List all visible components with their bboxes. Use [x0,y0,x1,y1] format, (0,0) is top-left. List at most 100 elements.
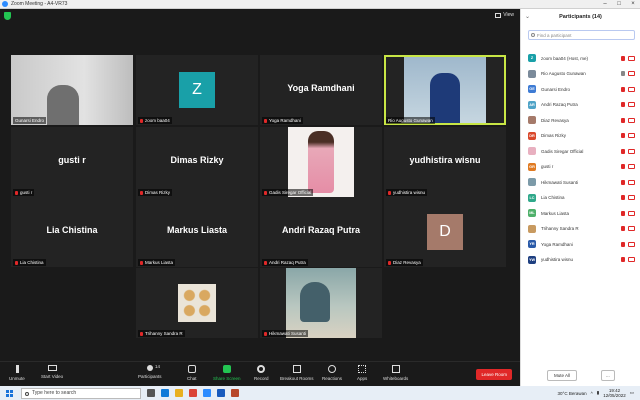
video-off-icon[interactable] [628,55,635,61]
taskbar-clock[interactable]: 19:42 12/05/2022 [603,388,626,398]
edge-icon[interactable] [161,389,169,397]
participant-row[interactable]: GR gusti r [528,162,638,172]
whiteboards-button[interactable]: Whiteboards [383,365,408,381]
participant-name: Andri Razaq Putra [541,102,578,107]
mic-off-icon[interactable] [621,102,625,107]
video-tile[interactable]: Gadis Siregar Official [260,127,382,197]
more-options-button[interactable]: ... [601,370,615,381]
start-video-button[interactable]: Start Video [41,365,63,379]
tile-display-name: Markus Liasta [166,225,228,235]
tile-display-name: Lia Chistina [46,225,98,235]
reactions-button[interactable]: Reactions [322,365,342,381]
participant-row[interactable]: Zzoom baa04 (Host, me) [528,53,638,63]
participant-row[interactable]: Gadis Siregar Official [528,146,638,156]
video-off-icon[interactable] [628,226,635,231]
video-off-icon[interactable] [628,133,635,138]
video-tile[interactable]: Gunarsi Endro [11,55,133,125]
video-tile[interactable]: Andri Razaq Putra Andri Razaq Putra [260,197,382,267]
zoom-app-icon[interactable] [203,389,211,397]
mic-off-icon[interactable] [621,133,625,138]
tile-name-label: Gadis Siregar Official [262,189,314,196]
file-explorer-icon[interactable] [175,389,183,397]
view-button[interactable]: View [495,12,514,18]
participant-avatar [528,147,536,155]
participant-row[interactable]: DR Dimas Rizky [528,131,638,141]
participant-row[interactable]: Diaz Revasya [528,115,638,125]
video-tile[interactable]: D Diaz Revasya [384,197,506,267]
minimize-icon[interactable]: – [598,0,612,9]
tile-name-label: Trihanny Sandra R [138,330,185,337]
find-participant-input[interactable]: Find a participant [528,30,635,40]
mic-off-icon[interactable] [621,164,625,169]
windows-start-icon[interactable] [6,389,13,397]
close-icon[interactable]: × [626,0,640,9]
video-off-icon[interactable] [628,102,635,107]
video-off-icon[interactable] [628,210,635,216]
participant-row[interactable]: YW yudhistira wisnu [528,255,638,265]
tray-chevron-icon[interactable]: ^ [591,391,593,396]
participant-row[interactable]: Rio Augusto Gunawan [528,69,638,79]
record-button[interactable]: Record [254,365,269,381]
mic-off-icon[interactable] [621,195,625,200]
video-tile[interactable]: Markus Liasta Markus Liasta [136,197,258,267]
video-tile[interactable]: gusti r gusti r [11,127,133,197]
notifications-icon[interactable]: ▭ [630,390,634,396]
video-tile[interactable]: Lia Chistina Lia Chistina [11,197,133,267]
participant-row[interactable]: LC Lia Chistina [528,193,638,203]
participant-avatar: YR [528,240,536,248]
video-tile[interactable]: yudhistira wisnu yudhistira wisnu [384,127,506,197]
participant-avatar: GR [528,162,536,171]
tile-name-label: Rio Augusto Gunawan [386,117,435,124]
participant-row[interactable]: ML Markus Liasta [528,208,638,218]
mic-off-icon [264,190,267,195]
mic-off-icon[interactable] [621,257,625,262]
mic-off-icon[interactable] [621,148,625,154]
video-off-icon[interactable] [628,117,635,123]
leave-room-button[interactable]: Leave Room [476,369,512,380]
apps-button[interactable]: Apps [357,365,367,381]
participant-row[interactable]: GE Gunarsi Endro [528,84,638,94]
word-icon[interactable] [217,389,225,397]
mic-off-icon[interactable] [621,226,625,231]
video-off-icon[interactable] [628,179,635,185]
chrome-icon[interactable] [189,389,197,397]
video-tile[interactable]: Yoga Ramdhani Yoga Ramdhani [260,55,382,125]
mic-off-icon[interactable] [621,55,625,61]
unmute-button[interactable]: Unmute [9,365,25,381]
weather-label[interactable]: 30°C Berawan [558,391,587,396]
video-off-icon[interactable] [628,71,635,76]
task-view-icon[interactable] [147,389,155,397]
video-off-icon[interactable] [628,257,635,262]
mic-off-icon[interactable] [621,117,625,123]
participant-row[interactable]: Trihanny Sandra R [528,224,638,234]
video-off-icon[interactable] [628,164,635,169]
video-tile[interactable]: Trihanny Sandra R [136,268,258,338]
mic-off-icon [140,190,143,195]
video-off-icon[interactable] [628,241,635,247]
mic-off-icon[interactable] [621,179,625,185]
share-screen-button[interactable]: Share Screen [213,365,241,381]
video-off-icon[interactable] [628,86,635,92]
breakout-rooms-button[interactable]: Breakout Rooms [280,365,314,381]
mic-off-icon[interactable] [621,86,625,92]
shield-icon[interactable] [4,12,11,20]
video-tile[interactable]: Dimas Rizky Dimas Rizky [136,127,258,197]
video-tile-active-speaker[interactable]: Rio Augusto Gunawan [384,55,506,125]
mic-off-icon[interactable] [621,210,625,216]
network-icon[interactable]: ▮ [597,390,599,396]
mic-off-icon[interactable] [621,241,625,247]
video-tile[interactable]: Hikmawati Susanti [260,268,382,338]
chat-button[interactable]: Chat [187,365,197,381]
powerpoint-icon[interactable] [231,389,239,397]
video-tile[interactable]: Z zoom baa04 [136,55,258,125]
participant-row[interactable]: YR Yoga Ramdhani [528,239,638,249]
participant-row[interactable]: AR Andri Razaq Putra [528,100,638,110]
mic-icon[interactable] [621,71,625,76]
maximize-icon[interactable]: □ [612,0,626,9]
video-off-icon[interactable] [628,148,635,154]
video-off-icon[interactable] [628,195,635,200]
participant-name: Rio Augusto Gunawan [541,71,586,76]
taskbar-search-input[interactable]: Type here to search [21,387,141,399]
mute-all-button[interactable]: Mute All [547,370,578,381]
participant-row[interactable]: Hikmawati Susanti [528,177,638,187]
